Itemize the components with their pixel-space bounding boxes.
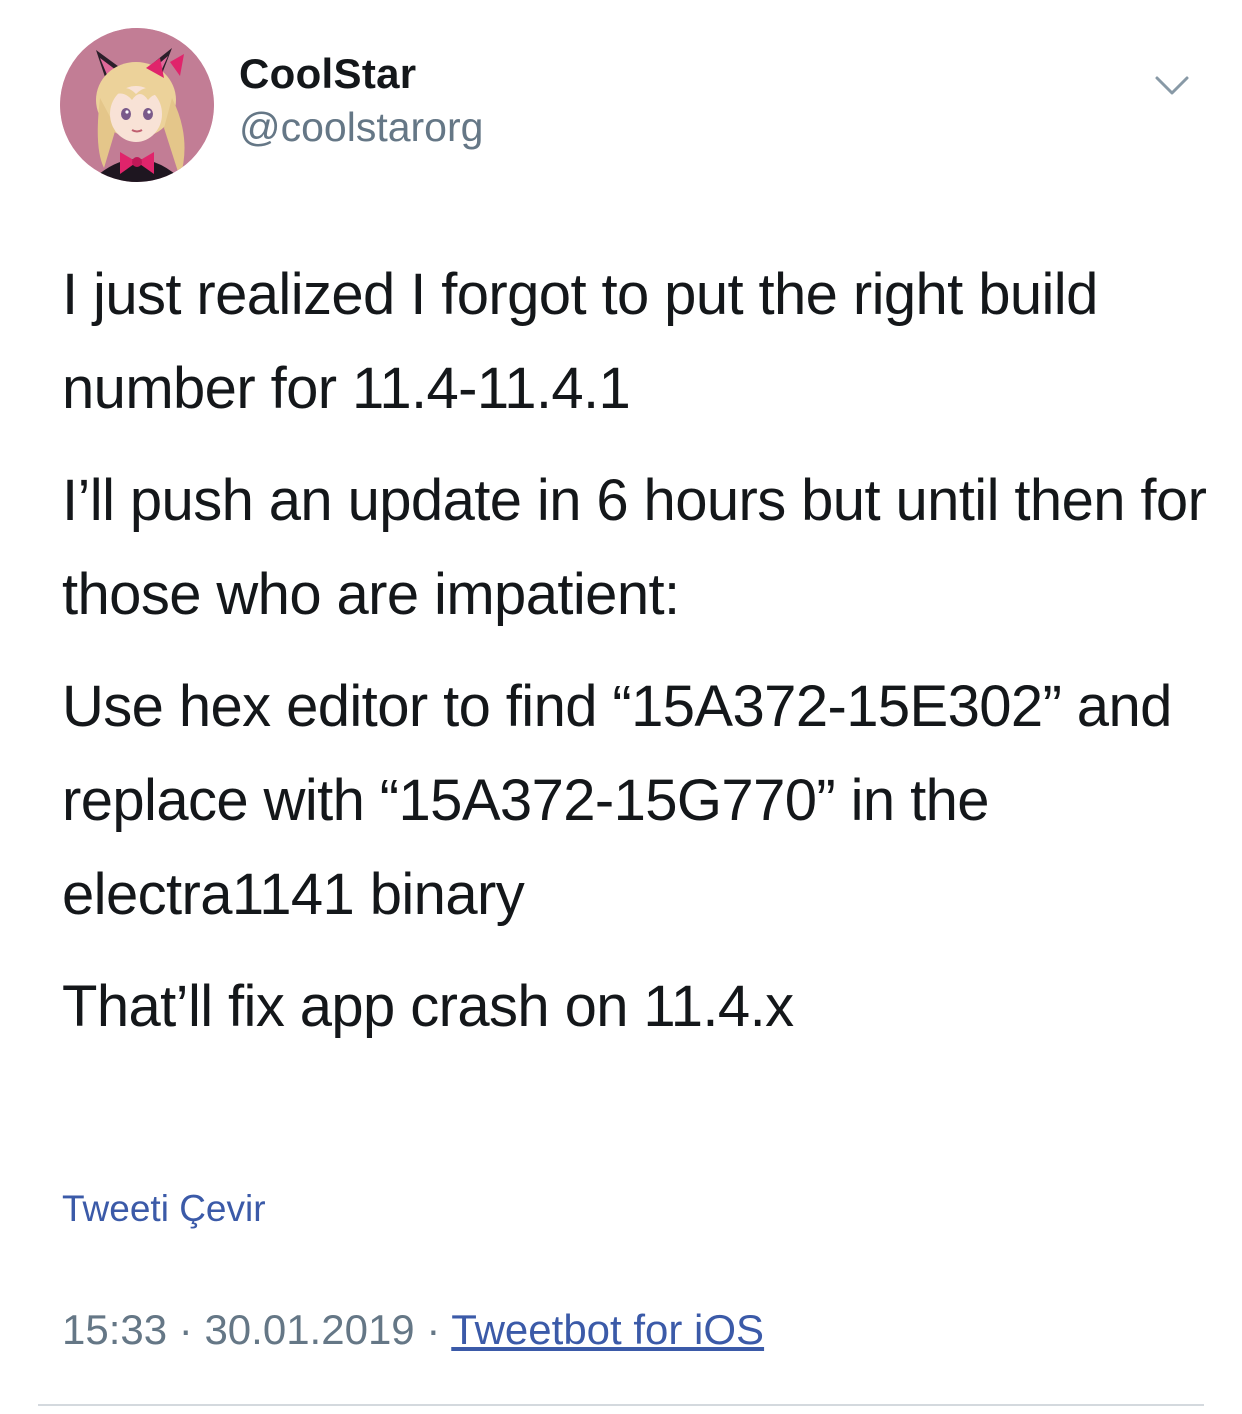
tweet-source-link[interactable]: Tweetbot for iOS <box>451 1306 764 1353</box>
tweet-date: 30.01.2019 <box>204 1306 415 1353</box>
divider <box>38 1404 1204 1406</box>
tweet-detail: CoolStar @coolstarorg I just realized I … <box>0 0 1242 1414</box>
tweet-paragraph: Use hex editor to find “15A372-15E302” a… <box>62 674 1172 927</box>
meta-separator: · <box>426 1306 441 1353</box>
tweet-paragraph: That’ll fix app crash on 11.4.x <box>62 974 794 1039</box>
meta-separator: · <box>178 1306 193 1353</box>
tweet-time: 15:33 <box>62 1306 168 1353</box>
tweet-meta: 15:33 · 30.01.2019 · Tweetbot for iOS <box>62 1306 764 1354</box>
translate-tweet-link[interactable]: Tweeti Çevir <box>62 1188 266 1230</box>
tweet-paragraph: I just realized I forgot to put the righ… <box>62 262 1098 421</box>
author-display-name[interactable]: CoolStar <box>239 50 416 98</box>
tweet-text: I just realized I forgot to put the righ… <box>62 248 1212 1072</box>
anime-avatar-icon <box>60 28 214 182</box>
chevron-down-icon[interactable] <box>1152 66 1192 106</box>
tweet-paragraph: I’ll push an update in 6 hours but until… <box>62 468 1207 627</box>
author-handle[interactable]: @coolstarorg <box>239 104 483 151</box>
avatar[interactable] <box>60 28 214 182</box>
